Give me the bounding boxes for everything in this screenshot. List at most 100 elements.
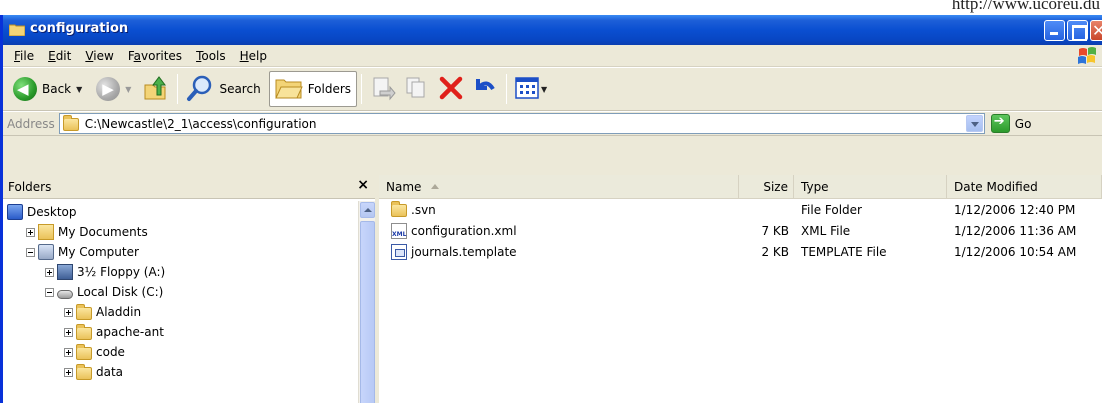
copy-to-button[interactable] <box>400 71 434 107</box>
views-dropdown-icon[interactable]: ▼ <box>541 85 547 94</box>
go-arrow-icon <box>990 114 1010 133</box>
file-row[interactable]: .svn File Folder 1/12/2006 12:40 PM <box>379 199 1102 220</box>
forward-arrow-icon: ▶ <box>96 77 121 101</box>
folders-pane: Folders × Desktop My Documents My Computer… <box>3 175 379 403</box>
content-area: Folders × Desktop My Documents My Computer… <box>3 175 1102 403</box>
folder-tree: Desktop My Documents My Computer 3½ Floppy … <box>3 199 375 382</box>
tree-item[interactable]: Local Disk (C:) <box>3 282 375 302</box>
move-to-button[interactable] <box>366 71 400 107</box>
tree-item[interactable]: My Computer <box>3 242 375 262</box>
title-bar[interactable]: configuration ✕ <box>3 15 1102 45</box>
template-file-icon <box>391 243 407 260</box>
tree-item-label: code <box>96 345 125 359</box>
toolbar-separator <box>177 74 179 104</box>
menu-edit[interactable]: Edit <box>41 49 78 63</box>
floppy-drive-icon <box>57 264 73 280</box>
move-to-icon <box>370 75 396 104</box>
tree-item[interactable]: data <box>3 362 375 382</box>
url-watermark: http://www.ucoreu.du <box>951 0 1100 13</box>
search-button[interactable]: Search <box>182 71 264 107</box>
column-header-size[interactable]: Size <box>739 175 794 198</box>
folder-icon <box>76 363 92 380</box>
file-type: XML File <box>801 223 851 238</box>
go-button[interactable]: Go <box>990 114 1031 133</box>
forward-button[interactable]: ▶ ▼ <box>92 71 135 107</box>
expand-icon[interactable] <box>45 267 54 277</box>
search-icon <box>186 74 214 105</box>
desktop-icon <box>7 204 23 220</box>
menu-file[interactable]: File <box>7 49 41 63</box>
minimize-button[interactable] <box>1044 20 1065 41</box>
tree-item[interactable]: 3½ Floppy (A:) <box>3 262 375 282</box>
back-arrow-icon: ◀ <box>13 77 37 101</box>
menu-tools[interactable]: Tools <box>189 49 233 63</box>
folders-icon <box>274 76 303 103</box>
sort-ascending-icon <box>431 184 440 189</box>
folder-icon <box>62 115 79 131</box>
collapse-icon[interactable] <box>45 287 54 297</box>
window-title: configuration <box>30 21 129 36</box>
views-button[interactable]: ▼ <box>511 71 551 107</box>
file-row[interactable]: journals.template 2 KB TEMPLATE File 1/12/2… <box>379 241 1102 262</box>
folder-icon <box>8 23 26 37</box>
undo-button[interactable] <box>468 71 502 107</box>
tree-item-label: 3½ Floppy (A:) <box>77 265 166 279</box>
tree-item[interactable]: apache-ant <box>3 322 375 342</box>
file-date-modified: 1/12/2006 12:40 PM <box>954 202 1076 217</box>
folder-icon <box>76 323 92 340</box>
address-input[interactable]: C:\Newcastle\2_1\access\configuration <box>58 113 985 134</box>
tree-item[interactable]: Aladdin <box>3 302 375 322</box>
tree-item[interactable]: code <box>3 342 375 362</box>
delete-button[interactable] <box>434 71 468 107</box>
scroll-thumb[interactable] <box>360 221 375 403</box>
undo-icon <box>472 75 498 104</box>
column-header-name[interactable]: Name <box>379 175 739 198</box>
toolbar-separator <box>506 74 508 104</box>
menu-help[interactable]: Help <box>233 49 274 63</box>
file-size: 2 KB <box>761 244 789 259</box>
back-button[interactable]: ◀ Back ▼ <box>9 71 86 107</box>
menu-view[interactable]: View <box>78 49 120 63</box>
folders-scrollbar[interactable] <box>358 201 375 403</box>
my-documents-icon <box>38 224 54 240</box>
explorer-window: configuration ✕ File Edit View Favorites… <box>0 15 1102 403</box>
tree-item[interactable]: Desktop <box>3 202 375 222</box>
folders-button[interactable]: Folders <box>268 71 358 107</box>
expand-icon[interactable] <box>26 227 35 237</box>
standard-toolbar: ◀ Back ▼ ▶ ▼ Search Folders ▼ <box>3 67 1102 111</box>
maximize-button[interactable] <box>1067 20 1088 41</box>
file-list: .svn File Folder 1/12/2006 12:40 PM configu… <box>379 199 1102 262</box>
menu-favorites[interactable]: Favorites <box>121 49 189 63</box>
tree-item-label: Desktop <box>27 205 77 219</box>
forward-dropdown-icon[interactable]: ▼ <box>125 85 131 94</box>
folders-pane-title: Folders <box>8 179 52 194</box>
file-date-modified: 1/12/2006 10:54 AM <box>954 244 1077 259</box>
close-icon[interactable]: × <box>357 177 369 193</box>
address-label: Address <box>7 116 55 131</box>
expand-icon[interactable] <box>64 347 73 357</box>
back-dropdown-icon[interactable]: ▼ <box>76 85 82 94</box>
expand-icon[interactable] <box>64 327 73 337</box>
file-name-cell: .svn <box>379 201 739 217</box>
collapse-icon[interactable] <box>26 247 35 257</box>
close-button[interactable]: ✕ <box>1090 20 1102 41</box>
folder-icon <box>76 343 92 360</box>
expand-icon[interactable] <box>64 367 73 377</box>
address-bar: Address C:\Newcastle\2_1\access\configur… <box>3 111 1102 136</box>
scroll-up-button[interactable] <box>360 202 375 218</box>
windows-logo-icon <box>1076 47 1098 65</box>
file-row[interactable]: configuration.xml 7 KB XML File 1/12/2006 1… <box>379 220 1102 241</box>
tree-item[interactable]: My Documents <box>3 222 375 242</box>
copy-to-icon <box>404 75 430 104</box>
file-type: File Folder <box>801 202 862 217</box>
tree-item-label: apache-ant <box>96 325 164 339</box>
address-dropdown-button[interactable] <box>965 115 983 132</box>
file-name: configuration.xml <box>411 223 517 238</box>
column-header-type[interactable]: Type <box>794 175 947 198</box>
file-date-modified: 1/12/2006 11:36 AM <box>954 223 1077 238</box>
file-name-cell: journals.template <box>379 243 739 260</box>
expand-icon[interactable] <box>64 307 73 317</box>
file-name-cell: configuration.xml <box>379 222 739 239</box>
column-header-date-modified[interactable]: Date Modified <box>947 175 1102 198</box>
up-folder-button[interactable] <box>139 71 173 107</box>
